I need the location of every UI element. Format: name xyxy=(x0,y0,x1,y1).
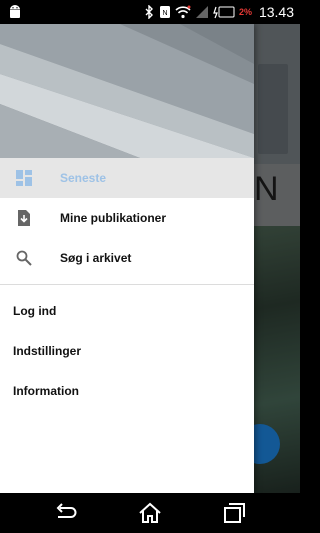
android-icon xyxy=(10,5,20,18)
drawer-divider xyxy=(0,284,254,285)
drawer-item-information[interactable]: Information xyxy=(0,371,254,411)
nfc-icon: N xyxy=(159,6,170,18)
drawer-item-label: Indstillinger xyxy=(13,344,82,358)
battery-percent: 2% xyxy=(238,7,252,17)
drawer-item-log-ind[interactable]: Log ind xyxy=(0,291,254,331)
recents-icon[interactable] xyxy=(222,502,246,524)
drawer-item-label: Information xyxy=(13,384,79,398)
svg-text:N: N xyxy=(162,10,167,17)
wifi-icon xyxy=(175,5,191,19)
signal-icon xyxy=(195,6,208,18)
download-icon xyxy=(18,210,30,226)
home-icon[interactable] xyxy=(138,502,162,524)
system-navigation-bar xyxy=(0,493,300,533)
battery-icon xyxy=(213,6,235,19)
drawer-item-label: Seneste xyxy=(60,171,107,185)
bluetooth-icon xyxy=(145,5,153,19)
dashboard-icon xyxy=(16,170,32,186)
drawer-item-label: Søg i arkivet xyxy=(60,251,132,265)
back-icon[interactable] xyxy=(54,502,78,524)
clock: 13.43 xyxy=(258,4,294,20)
drawer-item-indstillinger[interactable]: Indstillinger xyxy=(0,331,254,371)
drawer-item-soeg-i-arkivet[interactable]: Søg i arkivet xyxy=(0,238,254,278)
drawer-item-label: Mine publikationer xyxy=(60,211,167,225)
drawer-item-label: Log ind xyxy=(13,304,57,318)
search-icon xyxy=(16,250,32,266)
drawer-item-seneste[interactable]: Seneste xyxy=(0,158,254,198)
drawer-item-mine-publikationer[interactable]: Mine publikationer xyxy=(0,198,254,238)
status-bar: N 2% 13.43 xyxy=(0,0,300,24)
drawer-header-image xyxy=(0,24,254,158)
navigation-drawer: Seneste Mine publikationer Søg i arkivet… xyxy=(0,24,254,493)
